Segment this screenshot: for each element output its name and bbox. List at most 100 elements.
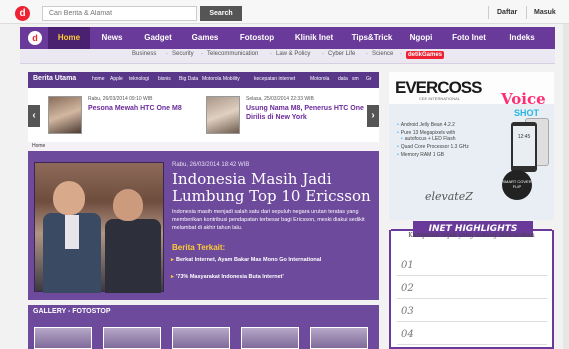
subnav-separator: · [270, 51, 272, 57]
ad-shot-text: SHOT [514, 108, 540, 118]
highlight-item[interactable]: 03 [397, 302, 547, 322]
nav-item-tips-trick[interactable]: Tips&Trick [346, 27, 398, 49]
gallery-thumbnail[interactable] [34, 327, 92, 349]
subnav-item-telecommunication[interactable]: Telecommunication [207, 51, 258, 57]
nav-item-gadget[interactable]: Gadget [136, 27, 180, 49]
chevron-left-icon[interactable]: ‹ [28, 105, 40, 127]
breadcrumb: Home [28, 142, 379, 151]
featured-date: Rabu, 26/03/2014 18:42 WIB [172, 162, 250, 168]
slide-date: Rabu, 26/03/2014 09:10 WIB [88, 96, 153, 102]
phone-screen: 12:45 [513, 126, 535, 166]
tag-link[interactable]: Gr [366, 76, 372, 82]
featured-description: Indonesia masih menjadi salah satu dari … [172, 209, 365, 231]
ad-brand: EVERCOSS [395, 78, 482, 97]
highlight-number: 03 [401, 306, 414, 317]
ad-feature: Quad Core Processor 1.3 GHz [397, 144, 469, 150]
related-news-item[interactable]: '73% Masyarakat Indonesia Buta Internet' [171, 274, 366, 281]
nav-item-home[interactable]: Home [48, 27, 90, 49]
slide-title[interactable]: Usung Nama M8, Penerus HTC One Dirilis d… [246, 104, 364, 122]
photo-figure [53, 181, 85, 215]
gallery-section: GALLERY - FOTOSTOP [28, 305, 379, 349]
berita-utama-section: Berita Utama home Apple teknologi bisnis… [28, 72, 379, 300]
search-button[interactable]: Search [200, 6, 242, 21]
highlight-number: 01 [401, 260, 414, 271]
gallery-thumbnail[interactable] [241, 327, 299, 349]
subnav-item-detikgames[interactable]: detikGames [406, 51, 445, 59]
subnav-item-business[interactable]: Business [132, 51, 156, 57]
scrollbar[interactable] [563, 24, 569, 349]
subnav-item-security[interactable]: Security [172, 51, 194, 57]
tag-link[interactable]: Motorola [310, 76, 329, 82]
inet-highlights-panel: 01 02 03 04 [389, 230, 554, 349]
highlight-item[interactable]: 04 [397, 325, 547, 345]
phone-image: 12:45 [511, 122, 537, 172]
sub-nav: Business · Security · Telecommunication … [20, 49, 555, 64]
featured-photo[interactable] [34, 162, 164, 293]
related-news-title: Berita Terkait: [172, 243, 226, 252]
nav-item-indeks[interactable]: Indeks [500, 27, 544, 49]
ad-badge: SMART COVER FLIP [502, 170, 532, 200]
tag-link[interactable]: Motorola Mobility [202, 76, 240, 82]
photo-figure [105, 219, 161, 293]
highlight-item[interactable]: 02 [397, 279, 547, 299]
headline-slider: ‹ Rabu, 26/03/2014 09:10 WIB Pesona Mewa… [28, 88, 379, 142]
gallery-thumbnail[interactable] [172, 327, 230, 349]
related-news-item[interactable]: Berkat Internet, Ayam Bakar Mas Mono Go … [171, 257, 366, 264]
ad-voice-text: Voice [501, 90, 546, 108]
featured-title[interactable]: Indonesia Masih Jadi Lumbung Top 10 Eric… [172, 171, 372, 205]
subnav-separator: · [201, 51, 203, 57]
chevron-right-icon[interactable]: › [367, 105, 379, 127]
subnav-separator: · [166, 51, 168, 57]
breadcrumb-home[interactable]: Home [32, 143, 45, 149]
photo-figure [113, 189, 143, 221]
divider [526, 6, 527, 19]
slide-title[interactable]: Pesona Mewah HTC One M8 [88, 104, 198, 113]
nav-item-ngopi[interactable]: Ngopi [404, 27, 438, 49]
section-title: Berita Utama [33, 75, 77, 82]
nav-item-fotostop[interactable]: Fotostop [232, 27, 282, 49]
slide-thumbnail[interactable] [206, 96, 240, 134]
divider [533, 229, 552, 231]
tag-link[interactable]: bisnis [158, 76, 171, 82]
tag-link[interactable]: data [338, 76, 348, 82]
gallery-thumbnail[interactable] [103, 327, 161, 349]
evercoss-advertisement[interactable]: EVERCOSS CEE INTERNATIONAL Voice SHOT An… [389, 72, 554, 220]
tag-link[interactable]: Apple [110, 76, 123, 82]
subnav-separator: · [366, 51, 368, 57]
subnav-separator: · [322, 51, 324, 57]
highlight-number: 02 [401, 283, 414, 294]
subnav-item-science[interactable]: Science [372, 51, 393, 57]
nav-item-games[interactable]: Games [184, 27, 226, 49]
detik-logo-icon[interactable]: d [15, 6, 30, 21]
tag-link[interactable]: home [92, 76, 105, 82]
top-bar: d Search Daftar Masuk [0, 0, 569, 24]
subnav-item-cyber-life[interactable]: Cyber Life [328, 51, 355, 57]
ad-brand-sub: CEE INTERNATIONAL [419, 96, 461, 101]
nav-item-foto-inet[interactable]: Foto Inet [444, 27, 494, 49]
slide-date: Selasa, 25/03/2014 22:33 WIB [246, 96, 314, 102]
tag-link[interactable]: kecepatan internet [254, 76, 295, 82]
slide-thumbnail[interactable] [48, 96, 82, 134]
gallery-thumbnail[interactable] [310, 327, 368, 349]
highlights-subtitle: Kumpulan topik yang sedang dibicarakan [408, 232, 535, 239]
login-link[interactable]: Masuk [534, 9, 556, 16]
subnav-item-law-policy[interactable]: Law & Policy [276, 51, 310, 57]
search-input[interactable] [42, 6, 197, 21]
divider [391, 229, 413, 231]
inet-logo-icon[interactable]: d [28, 31, 42, 45]
photo-figure [65, 215, 79, 249]
nav-item-klinik-inet[interactable]: Klinik Inet [286, 27, 342, 49]
main-nav: d Home News Gadget Games Fotostop Klinik… [20, 27, 555, 49]
highlights-header: INET HIGHLIGHTS Kumpulan topik yang seda… [391, 221, 552, 239]
tag-link[interactable]: teknologi [129, 76, 149, 82]
subnav-separator: · [400, 51, 402, 57]
nav-item-news[interactable]: News [92, 27, 132, 49]
highlight-item[interactable]: 01 [397, 256, 547, 276]
ad-feature: Android Jelly Bean 4.2.2 [397, 122, 455, 128]
highlight-number: 04 [401, 329, 414, 340]
ad-feature: autofocus + LED Flash [401, 136, 456, 142]
tag-link[interactable]: Big Data [179, 76, 198, 82]
divider [488, 6, 489, 19]
tag-link[interactable]: sm [352, 76, 359, 82]
register-link[interactable]: Daftar [497, 9, 517, 16]
